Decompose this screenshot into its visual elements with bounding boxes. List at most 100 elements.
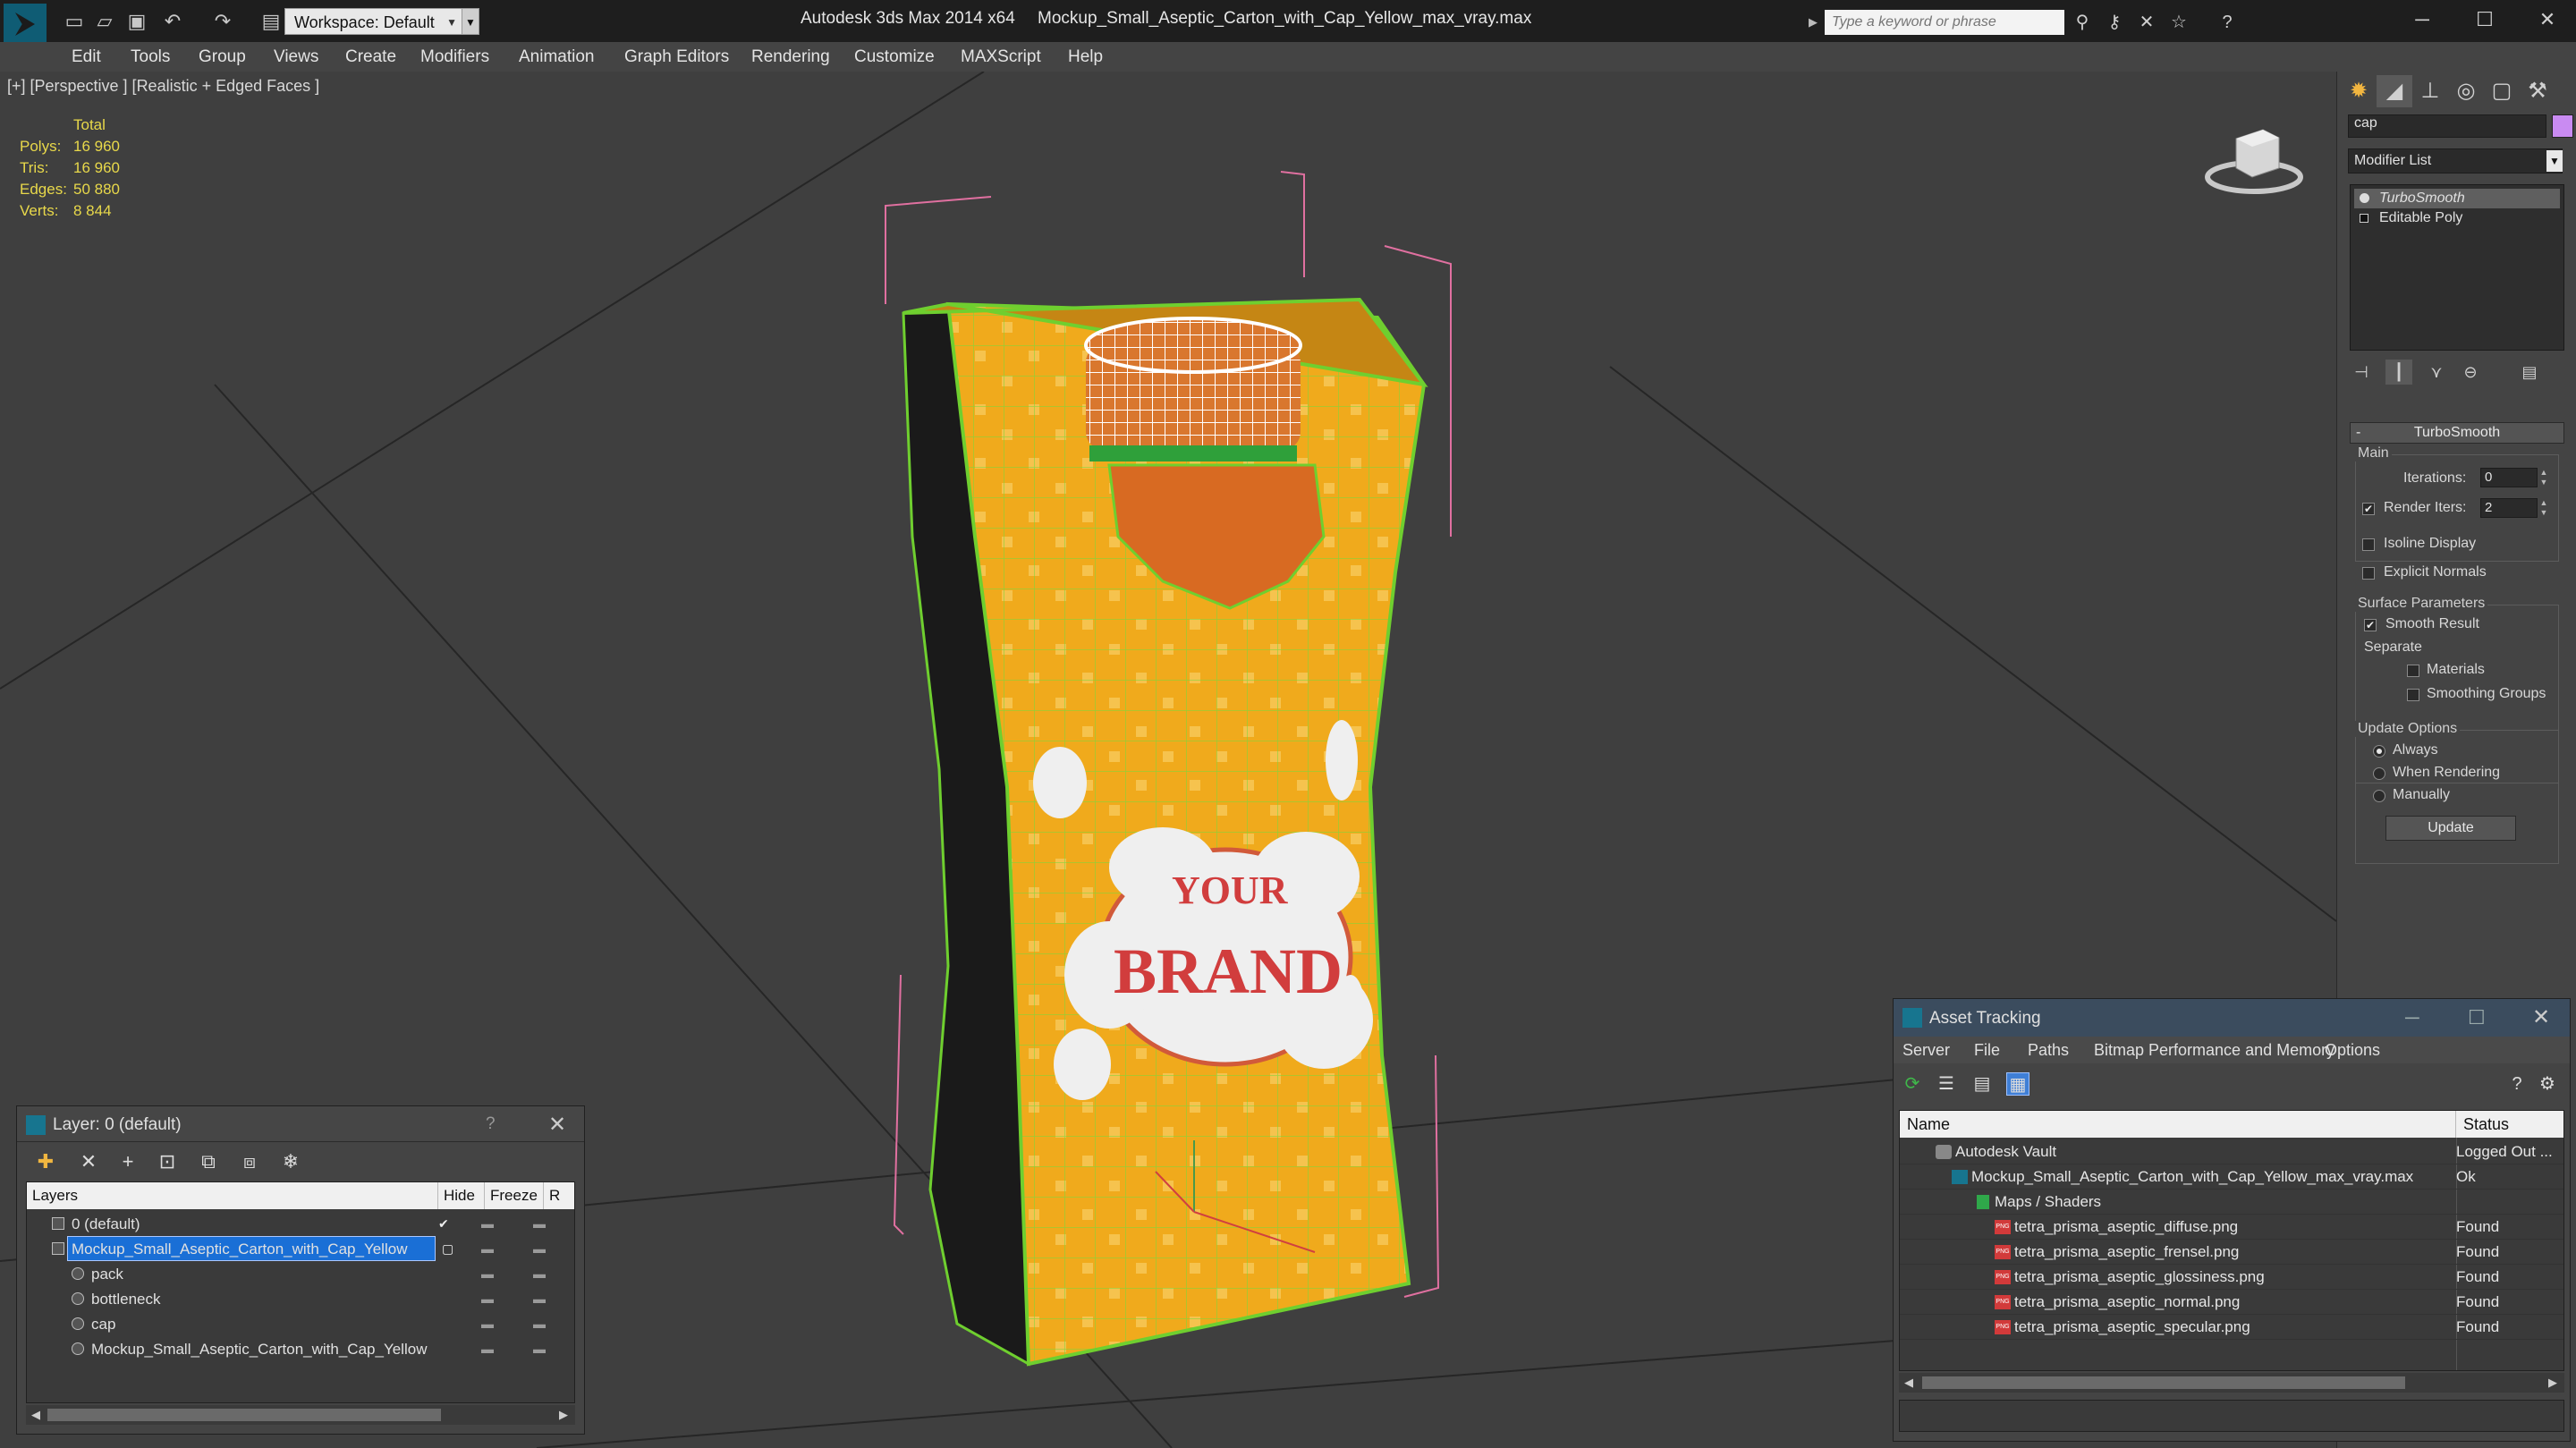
- layer-row[interactable]: bottleneck ▬ ▬: [27, 1286, 574, 1311]
- scrollbar-thumb[interactable]: [47, 1409, 441, 1421]
- help-icon[interactable]: ?: [486, 1114, 496, 1134]
- when-rendering-radio[interactable]: [2373, 767, 2385, 780]
- asset-menu-options[interactable]: Options: [2325, 1041, 2380, 1060]
- undo-icon[interactable]: ↶: [161, 10, 184, 33]
- hierarchy-tab-icon[interactable]: ⊥: [2412, 75, 2448, 107]
- project-folder-icon[interactable]: ▤: [259, 10, 283, 33]
- modifier-list-dropdown[interactable]: Modifier List: [2348, 148, 2563, 174]
- menu-create[interactable]: Create: [345, 47, 396, 67]
- new-file-icon[interactable]: ▭: [63, 10, 86, 33]
- hide-toggle[interactable]: ▬: [481, 1211, 494, 1236]
- freeze-toggle[interactable]: ▬: [533, 1261, 546, 1286]
- asset-menu-paths[interactable]: Paths: [2028, 1041, 2069, 1060]
- settings-icon[interactable]: ⚙: [2536, 1072, 2559, 1096]
- stack-item-turbosmooth[interactable]: TurboSmooth: [2354, 189, 2560, 208]
- show-end-result-icon[interactable]: ┃: [2385, 360, 2412, 385]
- freeze-toggle[interactable]: ▬: [533, 1236, 546, 1261]
- hide-all-icon[interactable]: ⧈: [237, 1149, 262, 1174]
- asset-row[interactable]: PNG tetra_prisma_aseptic_specular.png Fo…: [1900, 1315, 2563, 1340]
- asset-row[interactable]: PNG tetra_prisma_aseptic_diffuse.png Fou…: [1900, 1215, 2563, 1240]
- asset-menu-bitmap-performance[interactable]: Bitmap Performance and Memory: [2094, 1041, 2334, 1060]
- active-layer-check-icon[interactable]: ✔: [438, 1211, 449, 1236]
- scroll-right-icon[interactable]: ▶: [2545, 1375, 2561, 1391]
- hide-toggle[interactable]: ▬: [481, 1261, 494, 1286]
- asset-row[interactable]: PNG tetra_prisma_aseptic_frensel.png Fou…: [1900, 1240, 2563, 1265]
- spinner-arrows-icon[interactable]: ▲ ▼: [2538, 498, 2550, 518]
- column-header-name[interactable]: Name: [1900, 1111, 2456, 1138]
- column-header-render[interactable]: R: [544, 1182, 574, 1209]
- exchange-icon[interactable]: ✕: [2136, 12, 2157, 33]
- scroll-right-icon[interactable]: ▶: [555, 1407, 572, 1423]
- make-unique-icon[interactable]: ⋎: [2423, 360, 2450, 385]
- pin-stack-icon[interactable]: ⊣: [2348, 360, 2375, 385]
- update-button[interactable]: Update: [2385, 816, 2516, 841]
- scroll-left-icon[interactable]: ◀: [1901, 1375, 1917, 1391]
- freeze-toggle[interactable]: ▬: [533, 1311, 546, 1336]
- hide-toggle[interactable]: ▬: [481, 1286, 494, 1311]
- key-icon[interactable]: ⚷: [2104, 12, 2125, 33]
- menu-group[interactable]: Group: [199, 47, 246, 67]
- layer-horizontal-scrollbar[interactable]: ◀ ▶: [26, 1405, 575, 1425]
- freeze-toggle[interactable]: ▬: [533, 1286, 546, 1311]
- detail-view-icon[interactable]: ▤: [1970, 1072, 1994, 1096]
- layer-row[interactable]: cap ▬ ▬: [27, 1311, 574, 1336]
- asset-row[interactable]: Maps / Shaders: [1900, 1190, 2563, 1215]
- explicit-normals-checkbox[interactable]: [2362, 567, 2375, 580]
- layer-window-titlebar[interactable]: Layer: 0 (default) ? ✕: [17, 1106, 584, 1142]
- layer-row[interactable]: 0 (default) ✔ ▬ ▬: [27, 1211, 574, 1236]
- carton-model[interactable]: YOUR BRAND: [902, 297, 1428, 1367]
- lightbulb-icon[interactable]: [2360, 193, 2369, 203]
- layer-row[interactable]: Mockup_Small_Aseptic_Carton_with_Cap_Yel…: [27, 1336, 574, 1361]
- asset-row[interactable]: PNG tetra_prisma_aseptic_normal.png Foun…: [1900, 1290, 2563, 1315]
- quick-access-dropdown[interactable]: ▼: [462, 8, 479, 35]
- close-button[interactable]: ✕: [2521, 4, 2574, 35]
- help-icon[interactable]: ?: [2505, 1072, 2529, 1096]
- asset-row[interactable]: Autodesk Vault Logged Out ...: [1900, 1139, 2563, 1164]
- remove-modifier-icon[interactable]: ⊖: [2457, 360, 2484, 385]
- refresh-icon[interactable]: ⟳: [1901, 1072, 1924, 1096]
- freeze-toggle[interactable]: ▬: [533, 1211, 546, 1236]
- redo-icon[interactable]: ↷: [211, 10, 234, 33]
- select-objects-icon[interactable]: ⊡: [155, 1149, 180, 1174]
- open-file-icon[interactable]: ▱: [93, 10, 116, 33]
- stack-item-editable-poly[interactable]: Editable Poly: [2354, 208, 2560, 228]
- render-iters-checkbox[interactable]: ✔: [2362, 503, 2375, 515]
- smooth-result-checkbox[interactable]: ✔: [2364, 619, 2377, 631]
- search-expand-icon[interactable]: ▶: [1809, 13, 1823, 32]
- viewport-label[interactable]: [+] [Perspective ] [Realistic + Edged Fa…: [7, 77, 319, 96]
- spinner-arrows-icon[interactable]: ▲ ▼: [2538, 468, 2550, 487]
- asset-menu-server[interactable]: Server: [1902, 1041, 1950, 1060]
- maximize-button[interactable]: ☐: [2458, 4, 2512, 35]
- help-icon[interactable]: ?: [2216, 12, 2238, 33]
- scroll-left-icon[interactable]: ◀: [28, 1407, 44, 1423]
- motion-tab-icon[interactable]: ◎: [2448, 75, 2484, 107]
- delete-layer-icon[interactable]: ✕: [76, 1149, 101, 1174]
- menu-animation[interactable]: Animation: [519, 47, 595, 67]
- search-input[interactable]: [1825, 10, 2064, 35]
- workspace-dropdown[interactable]: Workspace: Default ▼: [284, 8, 463, 35]
- menu-views[interactable]: Views: [274, 47, 318, 67]
- close-button[interactable]: ✕: [2532, 1004, 2550, 1030]
- favorites-star-icon[interactable]: ☆: [2168, 12, 2190, 33]
- smoothing-groups-checkbox[interactable]: [2407, 689, 2419, 701]
- menu-help[interactable]: Help: [1068, 47, 1103, 67]
- manually-radio[interactable]: [2373, 790, 2385, 802]
- turbosmooth-rollout-header[interactable]: - TurboSmooth: [2350, 422, 2564, 444]
- asset-row[interactable]: PNG tetra_prisma_aseptic_glossiness.png …: [1900, 1265, 2563, 1290]
- save-file-icon[interactable]: ▣: [125, 10, 148, 33]
- menu-customize[interactable]: Customize: [854, 47, 935, 67]
- asset-row[interactable]: Mockup_Small_Aseptic_Carton_with_Cap_Yel…: [1900, 1164, 2563, 1190]
- set-active-layer-icon[interactable]: ▢: [442, 1236, 453, 1261]
- minimize-button[interactable]: ─: [2395, 4, 2449, 35]
- create-tab-icon[interactable]: ✹: [2341, 75, 2377, 107]
- isoline-display-checkbox[interactable]: [2362, 538, 2375, 551]
- render-iters-spinner[interactable]: 2: [2480, 498, 2538, 518]
- freeze-all-icon[interactable]: ❄: [278, 1149, 303, 1174]
- iterations-spinner[interactable]: 0: [2480, 468, 2538, 487]
- asset-menu-file[interactable]: File: [1974, 1041, 2000, 1060]
- highlight-objects-icon[interactable]: ⧉: [196, 1149, 221, 1174]
- expand-box-icon[interactable]: [2360, 214, 2368, 223]
- layer-row[interactable]: pack ▬ ▬: [27, 1261, 574, 1286]
- object-color-swatch[interactable]: [2552, 114, 2573, 138]
- hide-toggle[interactable]: ▬: [481, 1336, 494, 1361]
